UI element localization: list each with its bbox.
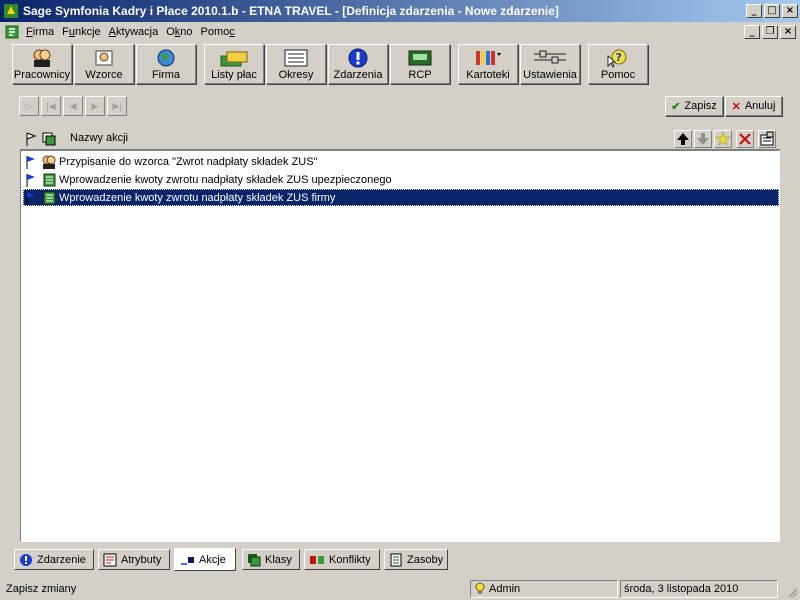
column-header-nazwy-akcji[interactable]: Nazwy akcji bbox=[70, 132, 128, 144]
sage-app-icon bbox=[4, 4, 18, 18]
menu-okno[interactable]: Okno bbox=[164, 26, 198, 38]
actions-icon bbox=[181, 556, 194, 565]
listy-plac-button[interactable]: Listy płac bbox=[204, 44, 264, 84]
flag-icon bbox=[26, 155, 35, 169]
lightbulb-icon bbox=[475, 582, 485, 594]
kartoteki-button[interactable]: Kartoteki bbox=[458, 44, 518, 84]
delete-icon[interactable] bbox=[736, 130, 754, 148]
actions-list[interactable]: Przypisanie do wzorca "Zwrot nadpłaty sk… bbox=[20, 150, 780, 542]
info-exclamation-icon bbox=[348, 48, 368, 68]
mdi-close-button[interactable]: × bbox=[780, 25, 796, 39]
template-people-icon bbox=[42, 155, 56, 169]
conflicts-icon bbox=[310, 555, 324, 564]
globe-icon bbox=[157, 49, 175, 67]
main-toolbar: Pracownicy Wzorce Firma Listy płac Okres… bbox=[0, 42, 800, 86]
maximize-button[interactable]: □ bbox=[764, 4, 780, 18]
resources-icon bbox=[390, 553, 402, 566]
okresy-button[interactable]: Okresy bbox=[266, 44, 326, 84]
ustawienia-button[interactable]: Ustawienia bbox=[520, 44, 580, 84]
menu-aktywacja[interactable]: Aktywacja bbox=[107, 26, 165, 38]
status-message: Zapisz zmiany bbox=[6, 583, 77, 595]
list-item-label: Przypisanie do wzorca "Zwrot nadpłaty sk… bbox=[59, 155, 318, 168]
status-bar: Zapisz zmiany Admin środa, 3 listopada 2… bbox=[0, 578, 800, 600]
menu-firma[interactable]: Firma bbox=[24, 26, 60, 38]
move-up-icon[interactable] bbox=[674, 130, 692, 148]
classes-icon bbox=[248, 553, 261, 566]
close-button[interactable]: × bbox=[782, 4, 798, 18]
list-item[interactable]: Wprowadzenie kwoty zwrotu nadpłaty skład… bbox=[23, 171, 779, 188]
document-window-icon[interactable] bbox=[4, 24, 20, 40]
flag-icon bbox=[26, 191, 35, 205]
payroll-money-icon bbox=[220, 51, 248, 67]
document-green-icon bbox=[43, 173, 56, 186]
pomoc-button[interactable]: ? Pomoc bbox=[588, 44, 648, 84]
tab-konflikty[interactable]: Konflikty bbox=[304, 549, 380, 570]
anuluj-button[interactable]: ✕ Anuluj bbox=[725, 96, 782, 116]
bottom-tabs: Zdarzenie Atrybuty Akcje Klasy Konflikty… bbox=[14, 548, 794, 571]
wzorce-button[interactable]: Wzorce bbox=[74, 44, 134, 84]
nav-next-icon[interactable]: ▶ bbox=[85, 96, 105, 116]
attributes-icon bbox=[103, 553, 117, 566]
employees-icon bbox=[33, 49, 51, 67]
svg-text:?: ? bbox=[616, 51, 622, 64]
rcp-button[interactable]: RCP bbox=[390, 44, 450, 84]
list-header: Nazwy akcji bbox=[20, 128, 780, 150]
file-cabinet-icon bbox=[476, 51, 501, 65]
sliders-settings-icon bbox=[534, 50, 566, 64]
zapisz-button[interactable]: ✔ Zapisz bbox=[665, 96, 723, 116]
menu-pomoc[interactable]: Pomoc bbox=[199, 26, 241, 38]
document-green-icon bbox=[43, 191, 56, 204]
info-exclamation-icon bbox=[20, 553, 32, 566]
pracownicy-button[interactable]: Pracownicy bbox=[12, 44, 72, 84]
tab-klasy[interactable]: Klasy bbox=[242, 549, 300, 570]
help-question-icon: ? bbox=[607, 49, 627, 68]
mdi-minimize-button[interactable]: _ bbox=[744, 25, 760, 39]
zdarzenia-button[interactable]: Zdarzenia bbox=[328, 44, 388, 84]
list-item-label: Wprowadzenie kwoty zwrotu nadpłaty skład… bbox=[59, 173, 392, 186]
calendar-icon bbox=[284, 49, 308, 67]
minimize-button[interactable]: _ bbox=[746, 4, 762, 18]
templates-icon bbox=[95, 50, 113, 66]
firma-button[interactable]: Firma bbox=[136, 44, 196, 84]
tab-akcje[interactable]: Akcje bbox=[174, 548, 236, 571]
tab-zasoby[interactable]: Zasoby bbox=[384, 549, 448, 570]
status-date: środa, 3 listopada 2010 bbox=[620, 580, 778, 598]
list-item-selected[interactable]: Wprowadzenie kwoty zwrotu nadpłaty skład… bbox=[23, 189, 779, 206]
flag-icon[interactable] bbox=[23, 131, 39, 147]
checkmark-icon: ✔ bbox=[671, 100, 681, 113]
nav-prev-icon[interactable]: ◀ bbox=[63, 96, 83, 116]
mdi-restore-button[interactable]: ❐ bbox=[762, 25, 778, 39]
list-item-label: Wprowadzenie kwoty zwrotu nadpłaty skład… bbox=[59, 191, 336, 204]
tab-zdarzenie[interactable]: Zdarzenie bbox=[14, 549, 94, 570]
menu-funkcje[interactable]: Funkcje bbox=[60, 26, 107, 38]
properties-icon[interactable] bbox=[758, 130, 776, 148]
time-clock-device-icon bbox=[408, 50, 432, 66]
cancel-x-icon: ✕ bbox=[731, 100, 741, 113]
navigation-row: ▷ |◀ ◀ ▶ ▶| ✔ Zapisz ✕ Anuluj bbox=[0, 96, 800, 118]
resize-grip-icon[interactable] bbox=[786, 586, 798, 598]
move-down-icon[interactable] bbox=[694, 130, 712, 148]
tab-atrybuty[interactable]: Atrybuty bbox=[98, 549, 170, 570]
flag-icon bbox=[26, 173, 35, 187]
copy-icon[interactable] bbox=[41, 131, 57, 147]
list-item[interactable]: Przypisanie do wzorca "Zwrot nadpłaty sk… bbox=[23, 153, 779, 170]
nav-new-icon[interactable]: ▷ bbox=[19, 96, 39, 116]
new-star-icon[interactable] bbox=[714, 130, 732, 148]
window-title: Sage Symfonia Kadry i Płace 2010.1.b - E… bbox=[23, 4, 559, 18]
status-user: Admin bbox=[470, 580, 618, 598]
title-bar: Sage Symfonia Kadry i Płace 2010.1.b - E… bbox=[0, 0, 800, 22]
menu-bar: Firma Funkcje Aktywacja Okno Pomoc _ ❐ × bbox=[0, 22, 800, 42]
nav-last-icon[interactable]: ▶| bbox=[107, 96, 127, 116]
nav-first-icon[interactable]: |◀ bbox=[41, 96, 61, 116]
